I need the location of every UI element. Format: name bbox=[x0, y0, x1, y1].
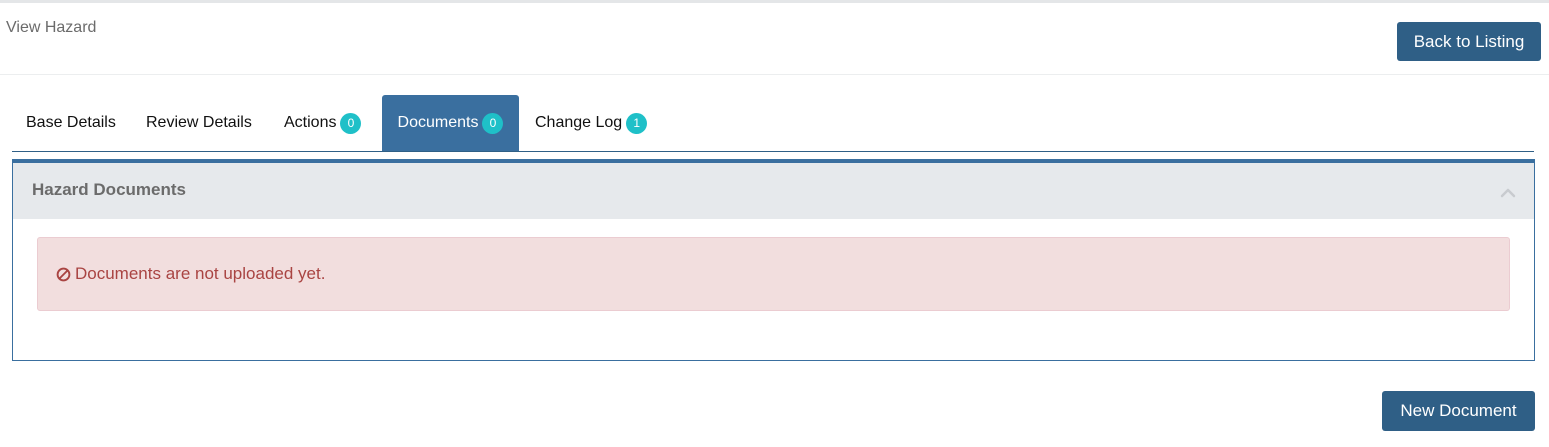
panel-title: Hazard Documents bbox=[32, 180, 186, 199]
back-to-listing-button[interactable]: Back to Listing bbox=[1397, 22, 1541, 61]
page-header: View Hazard Back to Listing bbox=[0, 3, 1549, 75]
new-document-button[interactable]: New Document bbox=[1382, 391, 1535, 431]
chevron-up-icon[interactable] bbox=[1500, 185, 1516, 201]
count-badge: 0 bbox=[340, 112, 362, 134]
panel-header[interactable]: Hazard Documents bbox=[13, 163, 1534, 219]
tab-label: Review Details bbox=[146, 114, 252, 131]
tab-review-details[interactable]: Review Details bbox=[146, 95, 252, 151]
empty-documents-alert: Documents are not uploaded yet. bbox=[37, 237, 1510, 311]
tab-bar: Base Details Review Details Actions 0 Do… bbox=[12, 95, 1534, 152]
tab-label: Actions bbox=[284, 114, 337, 131]
count-badge: 1 bbox=[626, 112, 648, 134]
tab-base-details[interactable]: Base Details bbox=[26, 95, 116, 151]
tab-documents[interactable]: Documents 0 bbox=[382, 95, 519, 151]
tab-label: Documents bbox=[397, 114, 479, 131]
tab-label: Change Log bbox=[535, 114, 623, 131]
alert-message: Documents are not uploaded yet. bbox=[75, 264, 326, 283]
ban-icon bbox=[56, 267, 71, 281]
count-badge: 0 bbox=[482, 112, 504, 134]
page-title: View Hazard bbox=[6, 19, 97, 36]
tab-change-log[interactable]: Change Log 1 bbox=[535, 95, 648, 151]
hazard-documents-panel: Hazard Documents Documents are not uploa… bbox=[12, 159, 1535, 361]
tab-actions[interactable]: Actions 0 bbox=[284, 95, 362, 151]
tab-label: Base Details bbox=[26, 114, 116, 131]
